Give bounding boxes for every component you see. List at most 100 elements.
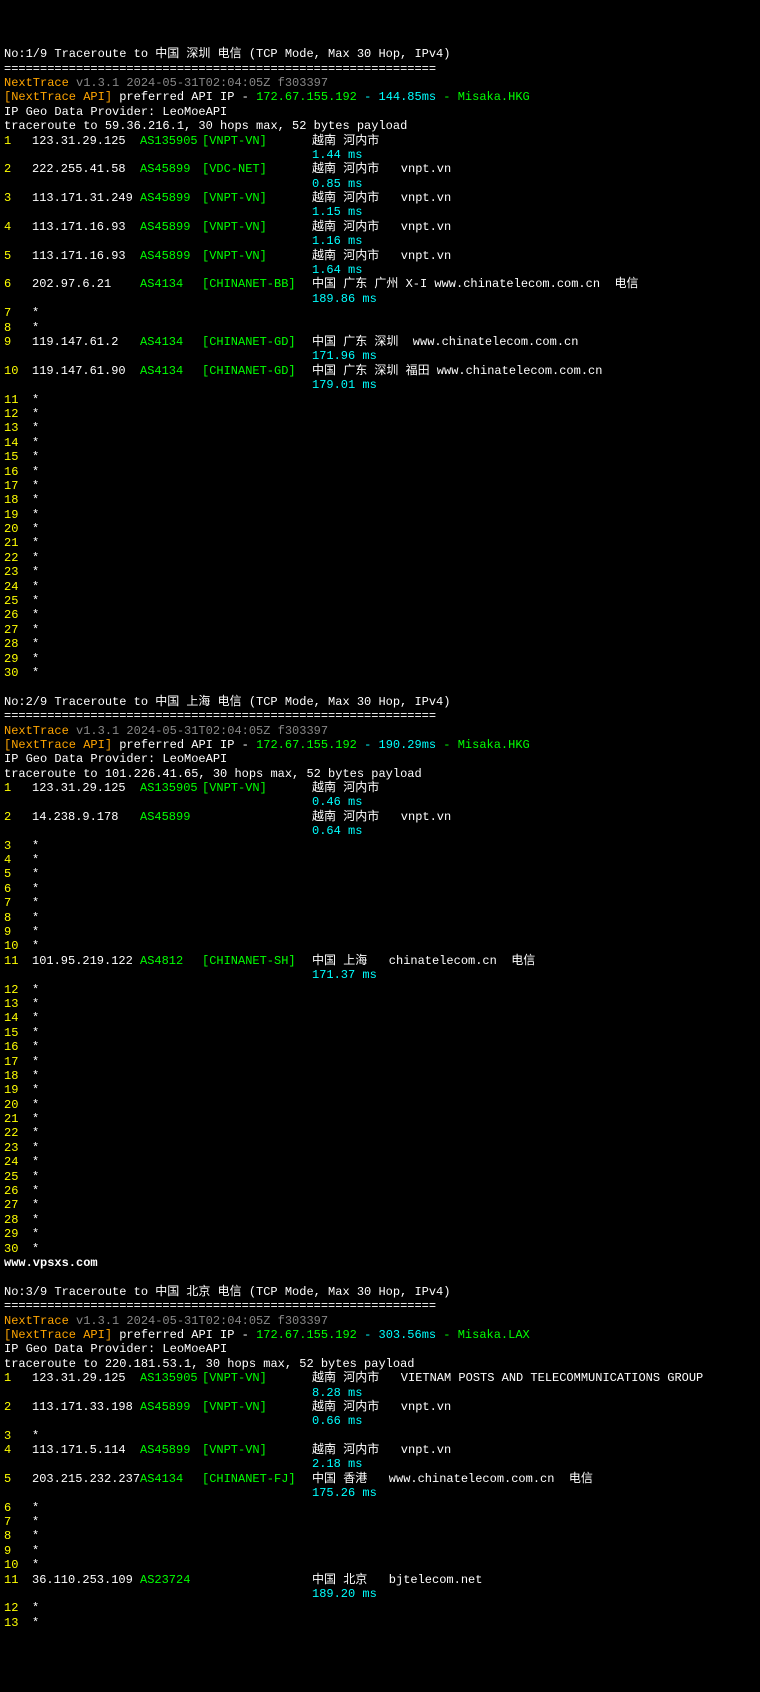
hop-star: * bbox=[32, 594, 39, 608]
hop-asn: AS45899 bbox=[140, 162, 202, 176]
hop-net: [VDC-NET] bbox=[202, 162, 312, 176]
hop-star: * bbox=[32, 465, 39, 479]
hop-row: 24* bbox=[4, 580, 756, 594]
hop-star: * bbox=[32, 508, 39, 522]
hop-row: 17* bbox=[4, 1055, 756, 1069]
hop-row: 20* bbox=[4, 1098, 756, 1112]
trace-header: No:1/9 Traceroute to 中国 深圳 电信 (TCP Mode,… bbox=[4, 47, 756, 61]
hop-latency: 0.64 ms bbox=[4, 824, 756, 838]
hop-location: 越南 河内市 vnpt.vn bbox=[312, 1443, 756, 1457]
trace-info: traceroute to 220.181.53.1, 30 hops max,… bbox=[4, 1357, 756, 1371]
hop-star: * bbox=[32, 1040, 39, 1054]
hop-location: 越南 河内市 vnpt.vn bbox=[312, 191, 756, 205]
hop-row: 30* bbox=[4, 666, 756, 680]
hop-star: * bbox=[32, 306, 39, 320]
hop-star: * bbox=[32, 1213, 39, 1227]
hop-row: 2222.255.41.58AS45899[VDC-NET]越南 河内市 vnp… bbox=[4, 162, 756, 176]
hop-row: 1136.110.253.109AS23724中国 北京 bjtelecom.n… bbox=[4, 1573, 756, 1587]
hop-number: 28 bbox=[4, 637, 32, 651]
hop-location: 中国 北京 bjtelecom.net bbox=[312, 1573, 756, 1587]
hop-row: 1123.31.29.125AS135905[VNPT-VN]越南 河内市 bbox=[4, 134, 756, 148]
hop-number: 12 bbox=[4, 407, 32, 421]
hop-star: * bbox=[32, 1112, 39, 1126]
hop-number: 11 bbox=[4, 1573, 32, 1587]
hop-asn: AS4812 bbox=[140, 954, 202, 968]
hop-row: 3* bbox=[4, 1429, 756, 1443]
hop-row: 29* bbox=[4, 1227, 756, 1241]
hop-asn: AS135905 bbox=[140, 781, 202, 795]
hop-row: 13* bbox=[4, 1616, 756, 1630]
hop-number: 20 bbox=[4, 1098, 32, 1112]
hop-asn: AS45899 bbox=[140, 810, 202, 824]
hop-row: 18* bbox=[4, 493, 756, 507]
hop-row: 3113.171.31.249AS45899[VNPT-VN]越南 河内市 vn… bbox=[4, 191, 756, 205]
hop-star: * bbox=[32, 608, 39, 622]
hop-star: * bbox=[32, 623, 39, 637]
hop-ip: 14.238.9.178 bbox=[32, 810, 140, 824]
hop-ip: 113.171.31.249 bbox=[32, 191, 140, 205]
hop-ip: 222.255.41.58 bbox=[32, 162, 140, 176]
hop-star: * bbox=[32, 637, 39, 651]
hop-ip: 119.147.61.90 bbox=[32, 364, 140, 378]
hop-net: [CHINANET-GD] bbox=[202, 364, 312, 378]
hop-star: * bbox=[32, 421, 39, 435]
hop-location: 中国 广东 广州 X-I www.chinatelecom.com.cn 电信 bbox=[312, 277, 756, 291]
trace-header: No:2/9 Traceroute to 中国 上海 电信 (TCP Mode,… bbox=[4, 695, 756, 709]
hop-latency: 0.46 ms bbox=[4, 795, 756, 809]
hop-number: 20 bbox=[4, 522, 32, 536]
hop-row: 1123.31.29.125AS135905[VNPT-VN]越南 河内市 bbox=[4, 781, 756, 795]
hop-row: 7* bbox=[4, 896, 756, 910]
hop-number: 30 bbox=[4, 1242, 32, 1256]
hop-row: 7* bbox=[4, 1515, 756, 1529]
hop-number: 19 bbox=[4, 1083, 32, 1097]
hop-asn: AS45899 bbox=[140, 249, 202, 263]
hop-star: * bbox=[32, 580, 39, 594]
divider: ========================================… bbox=[4, 1299, 756, 1313]
hop-row: 4113.171.5.114AS45899[VNPT-VN]越南 河内市 vnp… bbox=[4, 1443, 756, 1457]
hop-row: 26* bbox=[4, 1184, 756, 1198]
hop-star: * bbox=[32, 1098, 39, 1112]
hop-star: * bbox=[32, 522, 39, 536]
hop-star: * bbox=[32, 652, 39, 666]
hop-net: [VNPT-VN] bbox=[202, 1371, 312, 1385]
hop-star: * bbox=[32, 939, 39, 953]
hop-number: 17 bbox=[4, 479, 32, 493]
hop-row: 29* bbox=[4, 652, 756, 666]
hop-number: 1 bbox=[4, 134, 32, 148]
hop-row: 28* bbox=[4, 637, 756, 651]
hop-asn: AS4134 bbox=[140, 1472, 202, 1486]
hop-latency: 189.20 ms bbox=[4, 1587, 756, 1601]
hop-number: 28 bbox=[4, 1213, 32, 1227]
hop-row: 28* bbox=[4, 1213, 756, 1227]
hop-ip: 119.147.61.2 bbox=[32, 335, 140, 349]
hop-row: 18* bbox=[4, 1069, 756, 1083]
hop-star: * bbox=[32, 839, 39, 853]
hop-row: 11101.95.219.122AS4812[CHINANET-SH]中国 上海… bbox=[4, 954, 756, 968]
hop-net bbox=[202, 810, 312, 824]
hop-number: 6 bbox=[4, 277, 32, 291]
hop-number: 24 bbox=[4, 580, 32, 594]
hop-row: 19* bbox=[4, 1083, 756, 1097]
hop-ip: 101.95.219.122 bbox=[32, 954, 140, 968]
hop-number: 12 bbox=[4, 983, 32, 997]
hop-location: 中国 上海 chinatelecom.cn 电信 bbox=[312, 954, 756, 968]
hop-number: 25 bbox=[4, 594, 32, 608]
hop-star: * bbox=[32, 867, 39, 881]
hop-number: 30 bbox=[4, 666, 32, 680]
hop-star: * bbox=[32, 925, 39, 939]
hop-latency: 179.01 ms bbox=[4, 378, 756, 392]
hop-asn: AS45899 bbox=[140, 220, 202, 234]
hop-location: 越南 河内市 vnpt.vn bbox=[312, 220, 756, 234]
hop-number: 11 bbox=[4, 393, 32, 407]
hop-star: * bbox=[32, 321, 39, 335]
hop-star: * bbox=[32, 1126, 39, 1140]
hop-number: 8 bbox=[4, 321, 32, 335]
hop-location: 越南 河内市 vnpt.vn bbox=[312, 249, 756, 263]
hop-number: 3 bbox=[4, 191, 32, 205]
hop-star: * bbox=[32, 1184, 39, 1198]
hop-star: * bbox=[32, 983, 39, 997]
hop-star: * bbox=[32, 479, 39, 493]
app-line: NextTrace v1.3.1 2024-05-31T02:04:05Z f3… bbox=[4, 76, 756, 90]
hop-number: 18 bbox=[4, 493, 32, 507]
hop-number: 19 bbox=[4, 508, 32, 522]
